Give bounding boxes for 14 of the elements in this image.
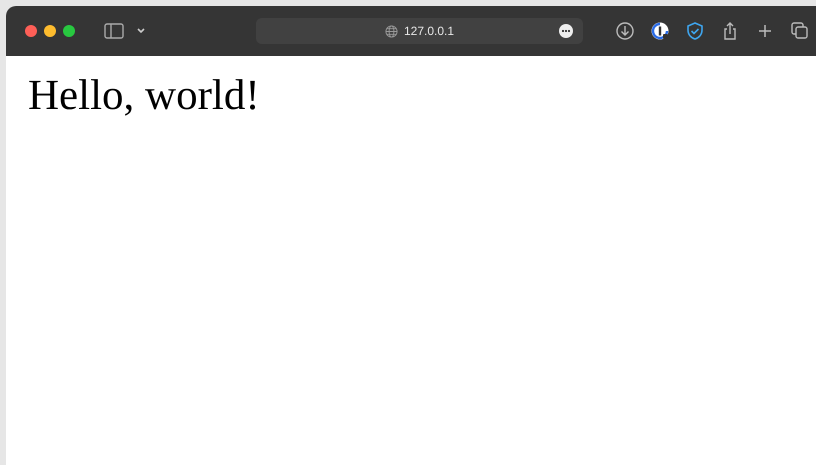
- shield-check-icon[interactable]: [685, 21, 705, 41]
- chevron-down-icon[interactable]: [136, 27, 146, 35]
- address-bar[interactable]: 127.0.0.1: [256, 18, 583, 44]
- password-icon[interactable]: [650, 21, 670, 41]
- tabs-overview-icon[interactable]: [790, 21, 810, 41]
- minimize-window-icon[interactable]: [44, 25, 56, 37]
- maximize-window-icon[interactable]: [63, 25, 75, 37]
- page-heading: Hello, world!: [28, 72, 261, 120]
- globe-icon: [384, 24, 398, 38]
- sidebar-icon[interactable]: [104, 23, 124, 39]
- close-window-icon[interactable]: [25, 25, 37, 37]
- url-text: 127.0.0.1: [404, 23, 454, 40]
- more-icon[interactable]: [559, 24, 573, 38]
- download-icon[interactable]: [615, 21, 635, 41]
